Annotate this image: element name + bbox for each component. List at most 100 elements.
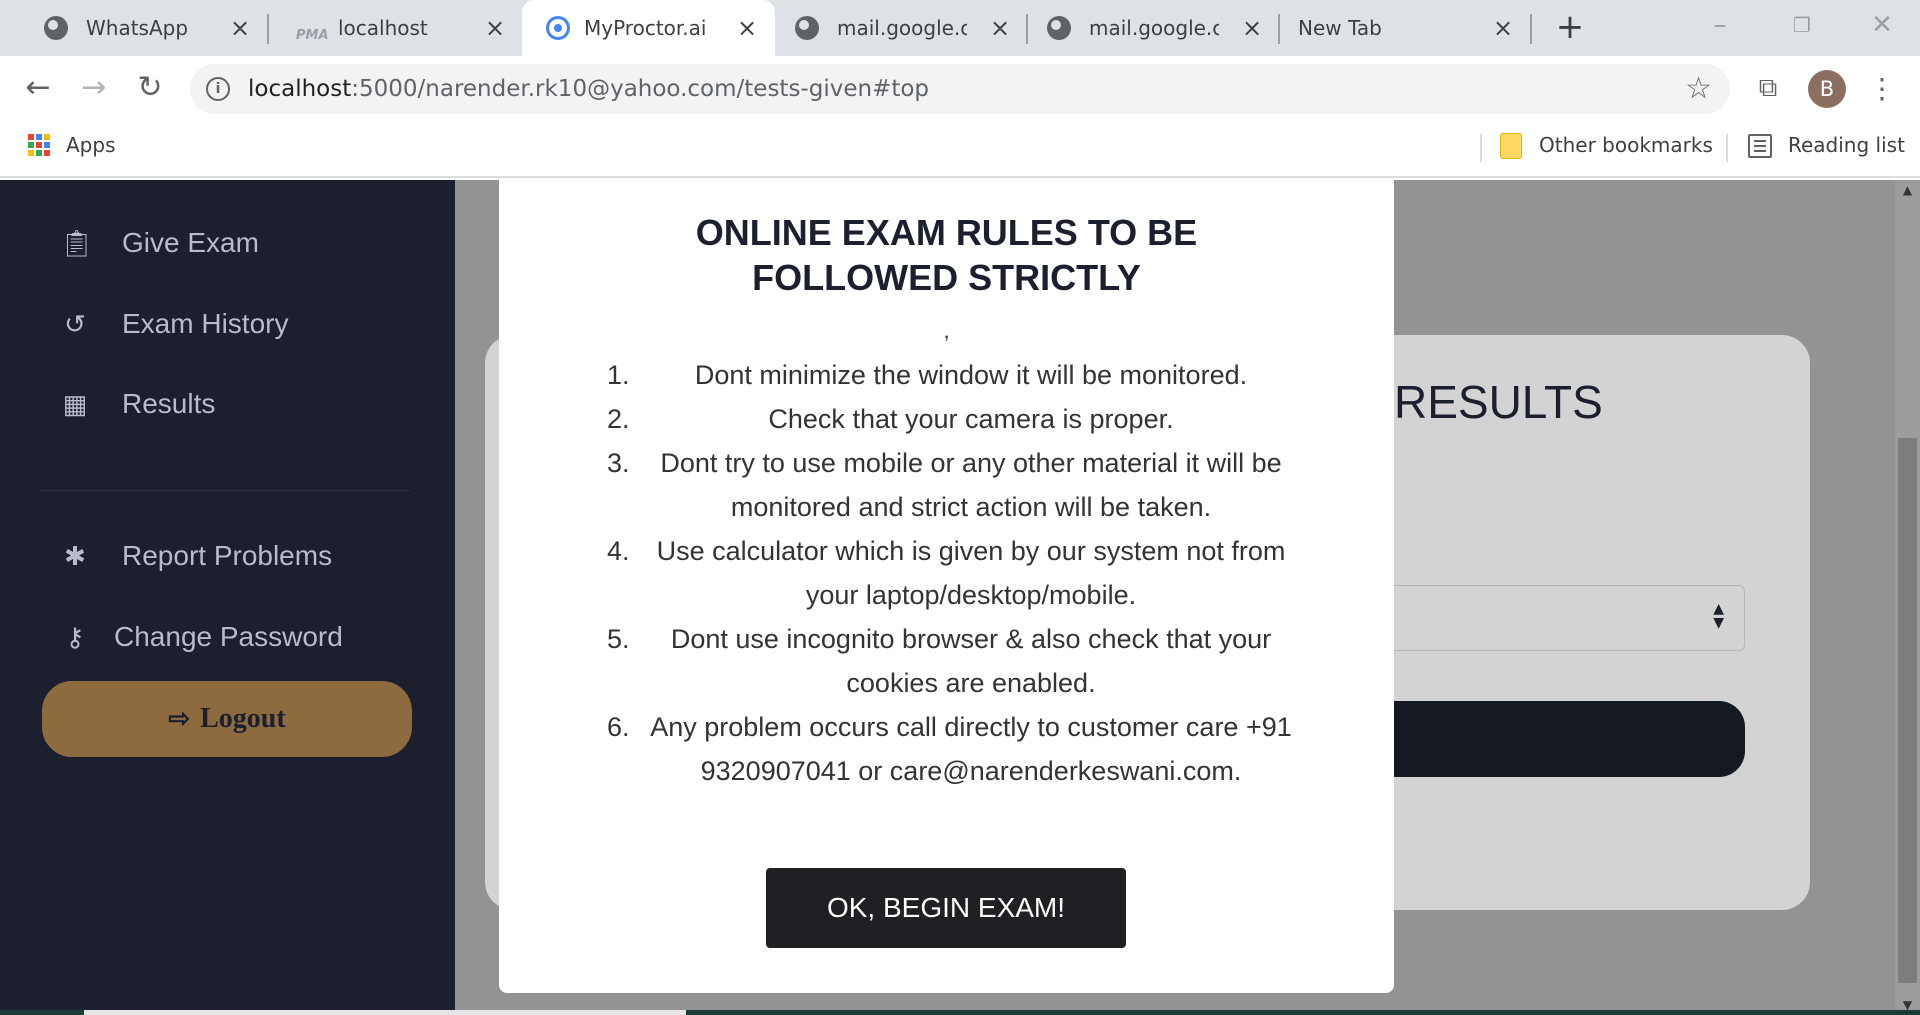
rule-text: Dont try to use mobile or any other mate… bbox=[660, 448, 1282, 522]
globe-icon bbox=[795, 16, 819, 40]
new-tab-button[interactable]: + bbox=[1552, 10, 1588, 46]
url-text[interactable]: localhost:5000/narender.rk10@yahoo.com/t… bbox=[248, 74, 929, 104]
tab-separator bbox=[1530, 14, 1532, 44]
tab-mail-1[interactable]: mail.google.com × bbox=[775, 0, 1027, 56]
logout-button[interactable]: ⇨ Logout bbox=[42, 681, 412, 757]
tab-whatsapp[interactable]: WhatsApp × bbox=[10, 0, 265, 56]
rule-number: 6. bbox=[607, 712, 630, 742]
scroll-up-icon[interactable]: ▲ bbox=[1895, 180, 1920, 200]
close-icon[interactable]: × bbox=[480, 13, 510, 43]
menu-icon[interactable]: ⋮ bbox=[1868, 72, 1896, 106]
close-icon[interactable]: × bbox=[985, 13, 1015, 43]
rule-text: Check that your camera is proper. bbox=[768, 404, 1174, 434]
rule-number: 1. bbox=[607, 360, 630, 390]
sidebar: 📋︎ Give Exam ↺ Exam History ▦ Results ✱ … bbox=[0, 180, 455, 1015]
extensions-icon[interactable]: ⧉ bbox=[1754, 74, 1782, 102]
rule-item: 6. Any problem occurs call directly to cu… bbox=[607, 705, 1307, 793]
rule-number: 4. bbox=[607, 536, 630, 566]
scrollbar-thumb[interactable] bbox=[1898, 438, 1917, 983]
bookmark-separator bbox=[1480, 134, 1482, 162]
rule-text: Any problem occurs call directly to cust… bbox=[650, 712, 1292, 786]
rule-text: Dont minimize the window it will be moni… bbox=[694, 360, 1248, 390]
rule-number: 2. bbox=[607, 404, 630, 434]
restore-icon[interactable]: ❐ bbox=[1782, 10, 1822, 40]
rule-item: 5. Dont use incognito browser & also chec… bbox=[607, 617, 1307, 705]
rule-text: Use calculator which is given by our sys… bbox=[656, 536, 1286, 610]
sidebar-item-label: Give Exam bbox=[122, 227, 259, 258]
exam-rules-modal: ONLINE EXAM RULES TO BE FOLLOWED STRICTL… bbox=[499, 180, 1394, 993]
sidebar-item-label: Results bbox=[122, 388, 216, 419]
chrome-icon bbox=[546, 16, 570, 40]
window-close-icon[interactable]: ✕ bbox=[1862, 10, 1902, 40]
address-bar[interactable]: i localhost:5000/narender.rk10@yahoo.com… bbox=[190, 64, 1730, 114]
chart-icon: ▦ bbox=[62, 389, 88, 419]
tab-localhost[interactable]: PMA localhost × bbox=[262, 0, 520, 56]
bug-icon: ✱ bbox=[64, 541, 86, 571]
profile-avatar[interactable]: B bbox=[1808, 70, 1846, 108]
pma-icon: PMA bbox=[296, 28, 329, 43]
forward-icon[interactable]: → bbox=[74, 68, 114, 108]
bookmark-star-icon[interactable]: ☆ bbox=[1685, 72, 1712, 106]
reading-list[interactable]: Reading list bbox=[1788, 132, 1905, 158]
browser-tab-strip: WhatsApp × PMA localhost × MyProctor.ai … bbox=[0, 0, 1920, 56]
tab-title: New Tab bbox=[1298, 16, 1382, 40]
url-host: localhost bbox=[248, 76, 352, 102]
tab-title: mail.google.com bbox=[837, 16, 967, 40]
history-icon: ↺ bbox=[64, 309, 86, 339]
sidebar-item-label: Report Problems bbox=[122, 540, 333, 571]
tab-title: WhatsApp bbox=[86, 16, 189, 40]
apps-grid-icon[interactable] bbox=[28, 134, 50, 156]
sidebar-item-report-problems[interactable]: ✱ Report Problems bbox=[60, 536, 332, 576]
key-icon: ⚷ bbox=[65, 622, 85, 652]
select-arrows-icon: ▲ ▼ bbox=[1713, 601, 1724, 631]
back-icon[interactable]: ← bbox=[18, 68, 58, 108]
rule-number: 3. bbox=[607, 448, 630, 478]
begin-exam-button[interactable]: OK, BEGIN EXAM! bbox=[766, 868, 1126, 948]
sidebar-item-exam-history[interactable]: ↺ Exam History bbox=[60, 304, 288, 344]
rule-item: 4. Use calculator which is given by our s… bbox=[607, 529, 1307, 617]
rule-item: 3. Dont try to use mobile or any other ma… bbox=[607, 441, 1307, 529]
close-icon[interactable]: × bbox=[732, 13, 762, 43]
reload-icon[interactable]: ↻ bbox=[130, 68, 170, 108]
sidebar-item-label: Change Password bbox=[114, 621, 343, 652]
tab-myproctor[interactable]: MyProctor.ai × bbox=[522, 0, 775, 56]
rule-number: 5. bbox=[607, 624, 630, 654]
sidebar-item-label: Exam History bbox=[122, 308, 289, 339]
site-info-icon[interactable]: i bbox=[206, 77, 230, 101]
apps-bookmark[interactable]: Apps bbox=[66, 132, 116, 158]
modal-title: ONLINE EXAM RULES TO BE FOLLOWED STRICTL… bbox=[695, 212, 1198, 298]
tab-title: MyProctor.ai bbox=[584, 16, 707, 40]
clipboard-icon: 📋︎ bbox=[60, 228, 94, 258]
sidebar-item-give-exam[interactable]: 📋︎ Give Exam bbox=[60, 223, 259, 263]
close-icon[interactable]: × bbox=[225, 13, 255, 43]
bookmark-separator bbox=[1726, 134, 1728, 162]
other-bookmarks[interactable]: Other bookmarks bbox=[1539, 132, 1713, 158]
rules-list: 1. Dont minimize the window it will be mo… bbox=[607, 353, 1307, 793]
close-icon[interactable]: × bbox=[1237, 13, 1267, 43]
globe-icon bbox=[1047, 16, 1071, 40]
globe-icon bbox=[44, 16, 68, 40]
sidebar-divider bbox=[40, 490, 410, 491]
logout-label: Logout bbox=[200, 703, 286, 734]
minimize-icon[interactable]: – bbox=[1700, 10, 1740, 40]
url-path: :5000/narender.rk10@yahoo.com/tests-give… bbox=[351, 76, 930, 102]
close-icon[interactable]: × bbox=[1488, 13, 1518, 43]
taskbar-strip bbox=[0, 1010, 1920, 1015]
tab-title: localhost bbox=[338, 16, 428, 40]
page-scrollbar[interactable]: ▲ ▼ bbox=[1895, 180, 1920, 1015]
bookmarks-bar: Apps Other bookmarks Reading list bbox=[0, 122, 1920, 178]
taskbar-highlight bbox=[84, 1010, 686, 1015]
browser-toolbar: ← → ↻ i localhost:5000/narender.rk10@yah… bbox=[0, 56, 1920, 122]
rule-item: 1. Dont minimize the window it will be mo… bbox=[607, 353, 1307, 397]
sidebar-item-change-password[interactable]: ⚷ Change Password bbox=[60, 617, 343, 657]
stray-comma: , bbox=[943, 318, 950, 343]
tab-new-tab[interactable]: New Tab × bbox=[1280, 0, 1530, 56]
page-viewport: 📋︎ Give Exam ↺ Exam History ▦ Results ✱ … bbox=[0, 180, 1920, 1015]
tab-mail-2[interactable]: mail.google.com × bbox=[1027, 0, 1279, 56]
sign-out-icon: ⇨ bbox=[168, 704, 191, 733]
sidebar-item-results[interactable]: ▦ Results bbox=[60, 384, 216, 424]
folder-icon bbox=[1500, 133, 1522, 159]
reading-list-icon bbox=[1748, 134, 1772, 158]
tab-title: mail.google.com bbox=[1089, 16, 1219, 40]
rule-text: Dont use incognito browser & also check … bbox=[670, 624, 1272, 698]
